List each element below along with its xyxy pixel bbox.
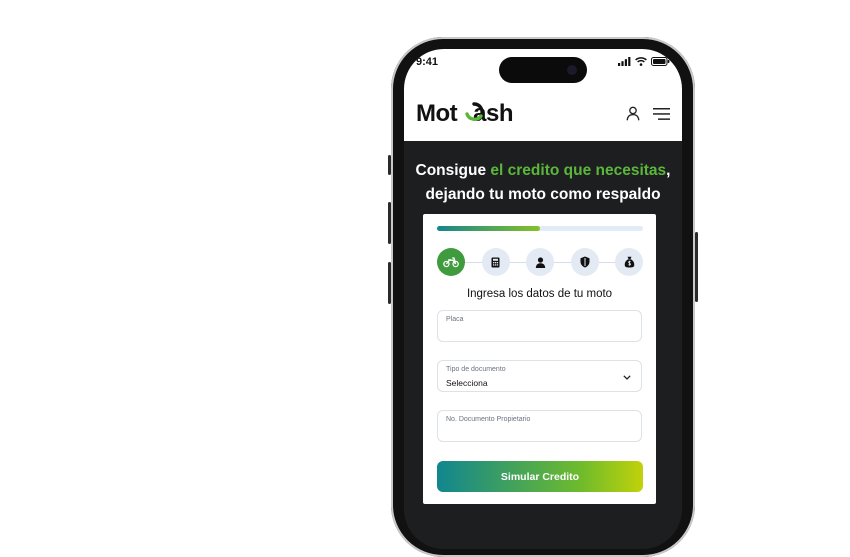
headline-line2: dejando tu moto como respaldo xyxy=(425,186,661,203)
progress-bar xyxy=(437,226,643,231)
phone-volume-up-button xyxy=(388,202,391,244)
phone-volume-down-button xyxy=(388,262,391,304)
status-icons xyxy=(618,57,670,66)
phone-action-button xyxy=(388,155,391,175)
phone-power-button xyxy=(695,232,698,302)
user-icon[interactable] xyxy=(626,106,640,121)
signal-icon xyxy=(618,57,631,66)
tipo-documento-label: Tipo de documento xyxy=(446,366,506,373)
step-shield[interactable] xyxy=(570,248,599,276)
step-person[interactable] xyxy=(526,248,554,276)
phone-screen: 9:41 Mot ash Consigue el credito que nec… xyxy=(404,49,682,549)
dynamic-island xyxy=(499,57,587,83)
status-bar: 9:41 xyxy=(404,49,682,89)
form-steps xyxy=(437,248,643,276)
headline-prefix: Consigue xyxy=(415,162,491,179)
menu-icon[interactable] xyxy=(653,108,670,120)
status-time: 9:41 xyxy=(416,56,439,68)
headline-comma: , xyxy=(666,162,671,179)
hero-section: Consigue el credito que necesitas, dejan… xyxy=(404,141,682,549)
documento-propietario-label: No. Documento Propietario xyxy=(446,416,531,423)
phone-frame: 9:41 Mot ash Consigue el credito que nec… xyxy=(388,37,698,557)
placa-label: Placa xyxy=(446,316,464,323)
battery-icon xyxy=(651,57,670,66)
logo-text-start: Mot xyxy=(416,100,458,127)
progress-fill xyxy=(437,226,540,231)
wifi-icon xyxy=(635,57,647,66)
step-calculator[interactable] xyxy=(481,248,510,276)
credit-form-card: Ingresa los datos de tu moto Placa Tipo … xyxy=(423,214,656,504)
camera-icon xyxy=(567,65,577,75)
simular-credito-button[interactable]: Simular Credito xyxy=(437,461,643,492)
headline-highlight: el credito que necesitas xyxy=(490,162,667,179)
money-bag-icon xyxy=(624,256,634,268)
logo-ring-icon xyxy=(465,102,484,121)
app-header: Mot ash xyxy=(404,89,682,141)
calculator-icon xyxy=(491,257,500,267)
step-motorcycle[interactable] xyxy=(437,248,465,276)
person-icon xyxy=(535,256,545,268)
placa-field[interactable]: Placa xyxy=(437,310,642,342)
form-title: Ingresa los datos de tu moto xyxy=(466,288,613,300)
hero-headline: Consigue el credito que necesitas, dejan… xyxy=(404,159,682,207)
tipo-documento-value[interactable]: Selecciona xyxy=(446,378,488,388)
motorcycle-icon xyxy=(443,257,459,268)
shield-icon xyxy=(580,256,589,268)
tipo-documento-select[interactable]: Tipo de documento Selecciona xyxy=(437,360,642,392)
documento-propietario-field[interactable]: No. Documento Propietario xyxy=(437,410,642,442)
chevron-down-icon[interactable] xyxy=(623,375,631,380)
step-money-bag[interactable] xyxy=(615,248,643,276)
